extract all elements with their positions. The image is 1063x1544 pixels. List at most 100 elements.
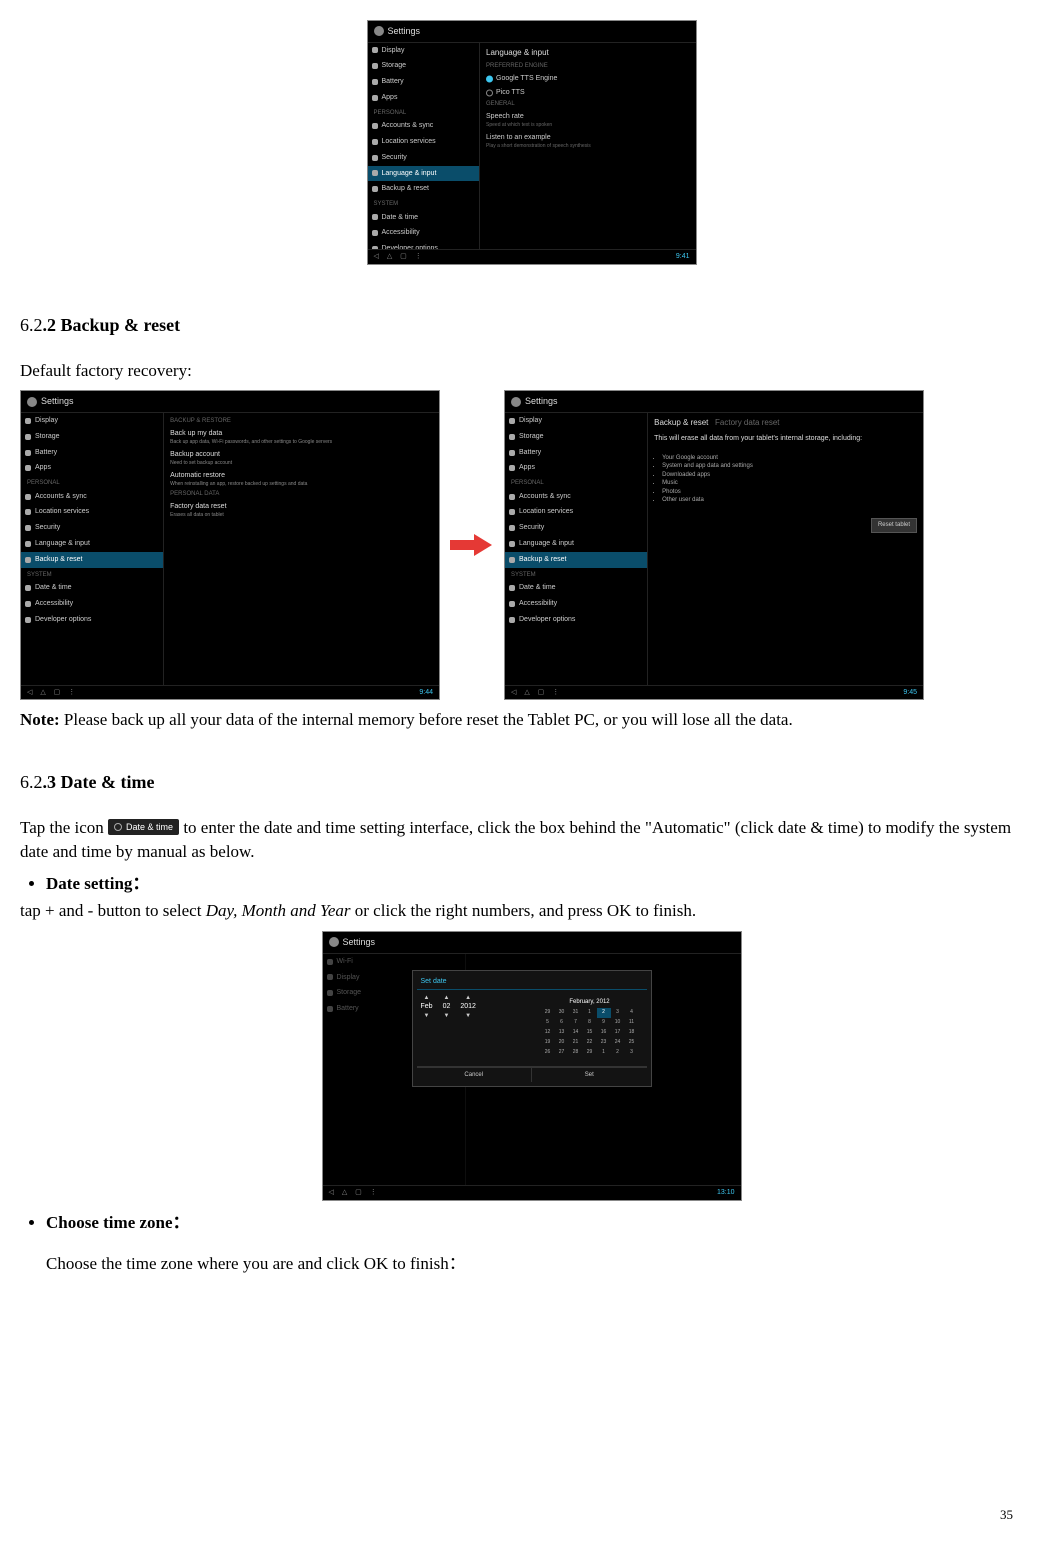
settings-main: Backup & reset Factory data reset This w… (648, 413, 923, 685)
settings-main: Language & input PREFERRED ENGINE Google… (480, 43, 695, 250)
note-text: Please back up all your data of the inte… (64, 710, 793, 729)
speech-rate[interactable]: Speech rate Speed at which text is spoke… (486, 110, 689, 131)
sidebar-item-location[interactable]: Location services (505, 504, 647, 520)
bullet-item: System and app data and settings (662, 462, 917, 470)
sidebar-item-apps[interactable]: Apps (505, 460, 647, 476)
sidebar-item-date[interactable]: Date & time (21, 580, 163, 596)
sidebar-item-display[interactable]: Display (505, 413, 647, 429)
sidebar-item-security[interactable]: Security (368, 150, 480, 166)
sidebar-item-accessibility[interactable]: Accessibility (368, 225, 480, 241)
sidebar-item-backup[interactable]: Backup & reset (505, 552, 647, 568)
nav-icons[interactable]: ◁ △ ▢ ⋮ (511, 688, 562, 698)
sidebar-item-location[interactable]: Location services (21, 504, 163, 520)
sidebar-item-storage[interactable]: Storage (368, 58, 480, 74)
backup-account[interactable]: Backup account Need to set backup accoun… (170, 448, 433, 469)
sidebar-item-accessibility[interactable]: Accessibility (505, 596, 647, 612)
set-date-screenshot: Settings Wi-Fi Display Storage Battery S… (20, 931, 1043, 1201)
spin-month[interactable]: ▲Feb▼ (421, 994, 433, 1062)
heading-num: 6.2 (20, 315, 43, 335)
sidebar-item-developer[interactable]: Developer options (21, 612, 163, 628)
auto-restore-desc: When reinstalling an app, restore backed… (170, 481, 433, 488)
calendar[interactable]: February, 2012 2930311234 567891011 1213… (537, 994, 643, 1062)
sidebar-item-date[interactable]: Date & time (368, 210, 480, 226)
sidebar-item-accounts[interactable]: Accounts & sync (21, 489, 163, 505)
calendar-grid[interactable]: 2930311234 567891011 12131415161718 1920… (541, 1008, 639, 1058)
sidebar-item-accounts[interactable]: Accounts & sync (368, 118, 480, 134)
settings-sidebar: Display Storage Battery Apps PERSONAL Ac… (368, 43, 481, 250)
sidebar-item-storage[interactable]: Storage (505, 429, 647, 445)
auto-restore-label: Automatic restore (170, 472, 225, 479)
nav-icons[interactable]: ◁ △ ▢ ⋮ (374, 252, 425, 262)
sidebar-head-personal: PERSONAL (368, 106, 480, 118)
arrow-right-icon (450, 534, 494, 556)
sidebar-item-accessibility[interactable]: Accessibility (21, 596, 163, 612)
sidebar-head-personal: PERSONAL (505, 476, 647, 488)
pref-engine-head: PREFERRED ENGINE (486, 62, 689, 70)
sidebar-item-backup[interactable]: Backup & reset (21, 552, 163, 568)
listen-example[interactable]: Listen to an example Play a short demons… (486, 131, 689, 152)
auto-restore[interactable]: Automatic restore When reinstalling an a… (170, 469, 433, 490)
nav-icons[interactable]: ◁ △ ▢ ⋮ (27, 688, 78, 698)
sidebar-item-security[interactable]: Security (21, 520, 163, 536)
sidebar-item-developer[interactable]: Developer options (368, 241, 480, 249)
sidebar-item-language[interactable]: Language & input (21, 536, 163, 552)
sidebar-item: Wi-Fi (323, 954, 465, 970)
screen-title: Settings (41, 395, 74, 408)
page-number: 35 (1000, 1506, 1013, 1524)
reset-warning-text: This will erase all data from your table… (654, 435, 862, 442)
nav-icons[interactable]: ◁ △ ▢ ⋮ (329, 1188, 380, 1198)
cancel-button[interactable]: Cancel (417, 1068, 533, 1082)
ds-a: tap + and - button to select (20, 901, 206, 920)
sidebar-item-storage[interactable]: Storage (21, 429, 163, 445)
spin-day[interactable]: ▲02▼ (443, 994, 451, 1062)
timezone-label: Choose time zone： (46, 1211, 1043, 1235)
sidebar-item-language[interactable]: Language & input (368, 166, 480, 182)
sidebar-item-battery[interactable]: Battery (368, 74, 480, 90)
badge-label: Date & time (126, 821, 173, 834)
backup-data-desc: Back up app data, Wi-Fi passwords, and o… (170, 439, 433, 446)
backup-data-label: Back up my data (170, 430, 222, 437)
sidebar-item-backup[interactable]: Backup & reset (368, 181, 480, 197)
factory-reset-desc: Erases all data on tablet (170, 512, 433, 519)
sidebar-item-apps[interactable]: Apps (368, 90, 480, 106)
cal-head: February, 2012 (541, 998, 639, 1006)
listen-desc: Play a short demonstration of speech syn… (486, 143, 689, 150)
factory-reset[interactable]: Factory data reset Erases all data on ta… (170, 500, 433, 521)
nav-time: 13:10 (717, 1188, 735, 1198)
note-bold: Note: (20, 710, 64, 729)
engine-google[interactable]: Google TTS Engine (486, 72, 689, 86)
screen-header: Settings (21, 391, 439, 413)
nav-bar: ◁ △ ▢ ⋮ 9:45 (505, 685, 923, 700)
backup-screen-left: Settings Display Storage Battery Apps PE… (20, 390, 440, 700)
sidebar-item-developer[interactable]: Developer options (505, 612, 647, 628)
settings-main: BACKUP & RESTORE Back up my data Back up… (164, 413, 439, 685)
backup-data[interactable]: Back up my data Back up app data, Wi-Fi … (170, 427, 433, 448)
sidebar-item-accounts[interactable]: Accounts & sync (505, 489, 647, 505)
clock-icon (114, 823, 122, 831)
engine-pico[interactable]: Pico TTS (486, 86, 689, 100)
sidebar-item-security[interactable]: Security (505, 520, 647, 536)
set-date-dialog: Set date ▲Feb▼ ▲02▼ ▲2012▼ February, 201… (412, 970, 652, 1088)
screen-header: Settings (323, 932, 741, 954)
bullet-item: Music (662, 479, 917, 487)
sidebar-item-display[interactable]: Display (21, 413, 163, 429)
sidebar-item-battery[interactable]: Battery (21, 445, 163, 461)
sidebar-item-battery[interactable]: Battery (505, 445, 647, 461)
sidebar-item-apps[interactable]: Apps (21, 460, 163, 476)
reset-tablet-button[interactable]: Reset tablet (871, 518, 917, 532)
sidebar-item-language[interactable]: Language & input (505, 536, 647, 552)
heading-num: 6.2 (20, 772, 43, 792)
date-setting-text: tap + and - button to select Day, Month … (20, 899, 1043, 923)
sidebar-item-display[interactable]: Display (368, 43, 480, 59)
date-spinners: ▲Feb▼ ▲02▼ ▲2012▼ February, 2012 2930311… (417, 990, 647, 1067)
date-setting-bullet: Date setting： (20, 872, 1043, 896)
heading-622: 6.2.2 Backup & reset (20, 305, 1043, 341)
reset-warning: This will erase all data from your table… (654, 432, 917, 446)
bullet-item: Downloaded apps (662, 471, 917, 479)
spin-year[interactable]: ▲2012▼ (460, 994, 476, 1062)
sidebar-item-location[interactable]: Location services (368, 134, 480, 150)
set-button[interactable]: Set (532, 1068, 647, 1082)
settings-sidebar: Display Storage Battery Apps PERSONAL Ac… (505, 413, 648, 685)
backup-account-desc: Need to set backup account (170, 460, 433, 467)
sidebar-item-date[interactable]: Date & time (505, 580, 647, 596)
